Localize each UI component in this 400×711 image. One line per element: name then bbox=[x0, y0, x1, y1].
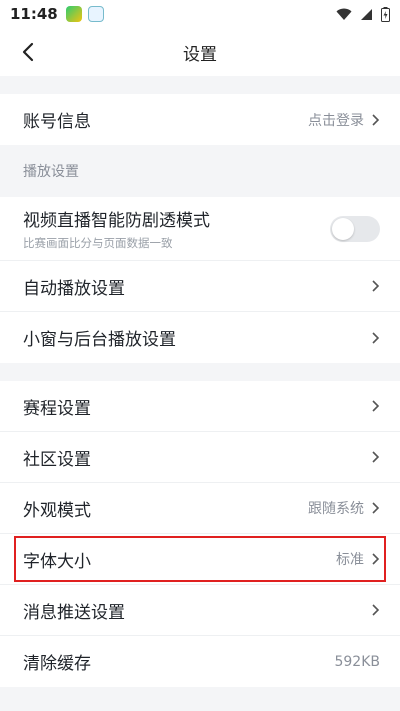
push-notification-settings-row[interactable]: 消息推送设置 bbox=[0, 585, 400, 636]
app-notification-icon bbox=[87, 6, 104, 22]
anti-spoiler-row: 视频直播智能防剧透模式 比赛画面比分与页面数据一致 bbox=[0, 197, 400, 261]
font-size-value: 标准 bbox=[336, 552, 364, 568]
schedule-settings-label: 赛程设置 bbox=[23, 398, 91, 419]
autoplay-settings-row[interactable]: 自动播放设置 bbox=[0, 261, 400, 312]
account-info-row[interactable]: 账号信息 点击登录 bbox=[0, 94, 400, 145]
toggle-knob bbox=[332, 217, 354, 240]
community-settings-label: 社区设置 bbox=[23, 449, 91, 470]
status-bar: 11:48 bbox=[0, 0, 400, 28]
chevron-right-icon bbox=[372, 331, 380, 344]
push-notification-settings-label: 消息推送设置 bbox=[23, 602, 125, 623]
chevron-right-icon bbox=[372, 604, 380, 616]
font-size-row[interactable]: 字体大小 标准 bbox=[0, 534, 400, 585]
chevron-right-icon bbox=[372, 502, 380, 514]
page-title: 设置 bbox=[183, 44, 217, 65]
clear-cache-label: 清除缓存 bbox=[23, 654, 91, 674]
playback-section: 视频直播智能防剧透模式 比赛画面比分与页面数据一致 自动播放设置 小窗与后台播放… bbox=[0, 197, 400, 363]
nav-bar: 设置 bbox=[0, 28, 400, 76]
chevron-right-icon bbox=[372, 553, 380, 565]
chevron-right-icon bbox=[372, 400, 380, 412]
font-size-label: 字体大小 bbox=[23, 551, 91, 572]
appearance-mode-label: 外观模式 bbox=[23, 500, 91, 521]
pip-background-play-label: 小窗与后台播放设置 bbox=[23, 330, 176, 350]
anti-spoiler-toggle[interactable] bbox=[330, 215, 380, 242]
back-arrow-icon bbox=[22, 42, 34, 62]
anti-spoiler-description: 比赛画面比分与页面数据一致 bbox=[23, 236, 173, 250]
section-gap bbox=[0, 76, 400, 94]
appearance-mode-value: 跟随系统 bbox=[308, 501, 364, 517]
general-section: 赛程设置 社区设置 外观模式 跟随系统 字体大小 标准 消息推送设置 清除缓存 bbox=[0, 381, 400, 687]
pip-background-play-row[interactable]: 小窗与后台播放设置 bbox=[0, 312, 400, 363]
status-time: 11:48 bbox=[10, 5, 58, 23]
signal-icon bbox=[361, 8, 372, 20]
schedule-settings-row[interactable]: 赛程设置 bbox=[0, 381, 400, 432]
battery-icon bbox=[381, 6, 390, 22]
wifi-icon bbox=[336, 8, 352, 20]
app-notification-icon bbox=[65, 6, 82, 22]
anti-spoiler-label: 视频直播智能防剧透模式 bbox=[23, 211, 210, 231]
playback-section-header: 播放设置 bbox=[0, 145, 400, 197]
login-prompt: 点击登录 bbox=[308, 112, 364, 129]
appearance-mode-row[interactable]: 外观模式 跟随系统 bbox=[0, 483, 400, 534]
section-gap bbox=[0, 363, 400, 381]
back-button[interactable] bbox=[14, 38, 42, 66]
chevron-right-icon bbox=[372, 451, 380, 463]
cache-size-value: 592KB bbox=[334, 653, 380, 670]
account-info-label: 账号信息 bbox=[23, 112, 91, 132]
autoplay-settings-label: 自动播放设置 bbox=[23, 278, 125, 299]
community-settings-row[interactable]: 社区设置 bbox=[0, 432, 400, 483]
account-section: 账号信息 点击登录 bbox=[0, 94, 400, 145]
clear-cache-row[interactable]: 清除缓存 592KB bbox=[0, 636, 400, 687]
chevron-right-icon bbox=[372, 280, 380, 292]
chevron-right-icon bbox=[372, 113, 380, 126]
